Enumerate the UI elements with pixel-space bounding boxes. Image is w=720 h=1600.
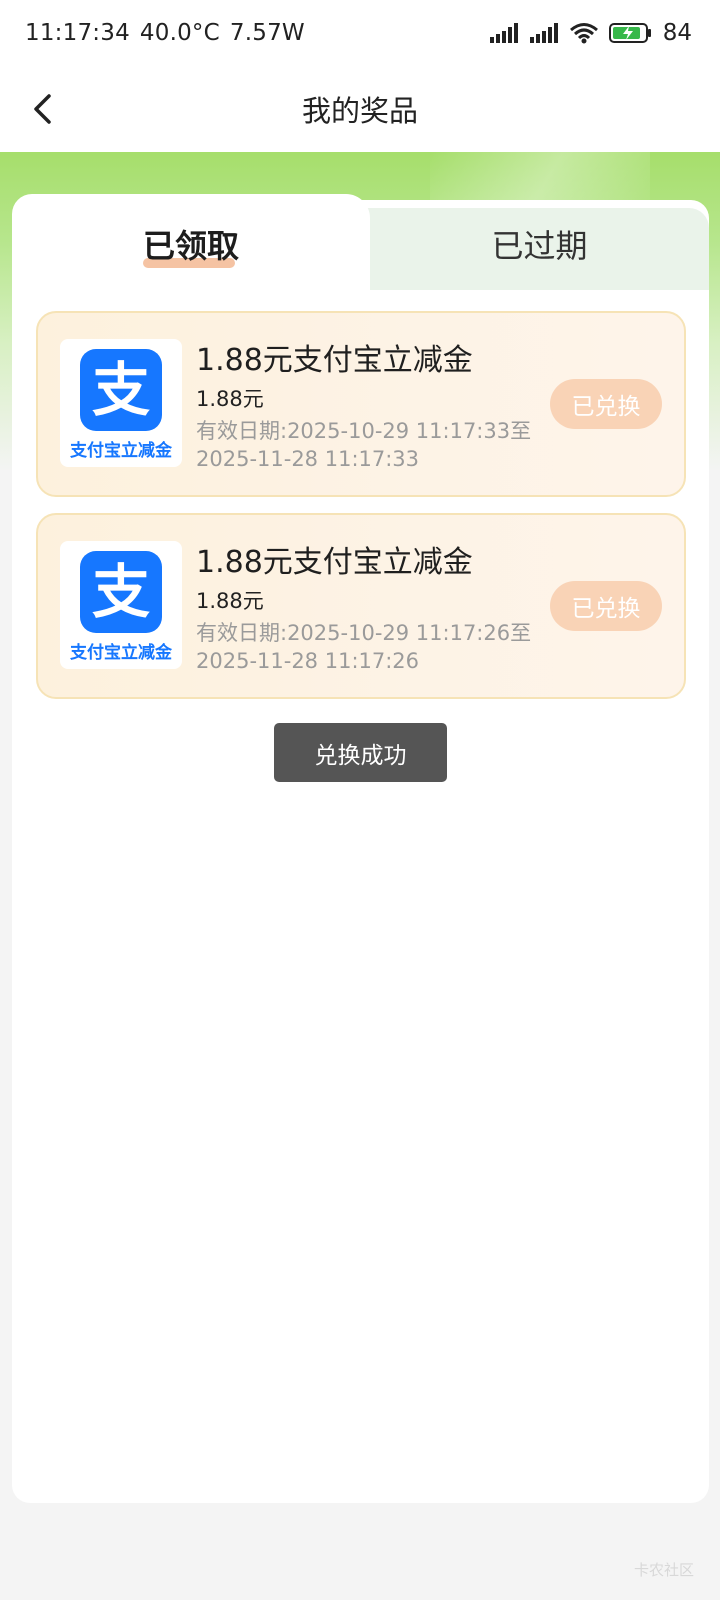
- wifi-icon: [569, 22, 599, 44]
- alipay-icon: 支: [80, 551, 162, 633]
- redeemed-button[interactable]: 已兑换: [550, 581, 662, 631]
- page-title: 我的奖品: [301, 94, 418, 128]
- tab-received-label: 已领取: [142, 227, 239, 265]
- tab-bar: 已领取 已过期: [12, 194, 709, 290]
- alipay-icon: 支: [80, 349, 162, 431]
- prize-title: 1.88元支付宝立减金: [196, 343, 473, 378]
- prize-title: 1.88元支付宝立减金: [196, 545, 473, 580]
- status-time: 11:17:34: [25, 20, 130, 46]
- signal-icon: [529, 23, 559, 43]
- status-power: 7.57W: [229, 20, 305, 46]
- redeemed-button[interactable]: 已兑换: [550, 379, 662, 429]
- tab-expired-label: 已过期: [491, 227, 588, 265]
- prize-amount: 1.88元: [196, 387, 264, 411]
- prize-card[interactable]: 支 支付宝立减金 1.88元支付宝立减金 1.88元 有效日期:2025-10-…: [36, 311, 686, 497]
- status-left: 11:17:34 40.0°C 7.57W: [25, 20, 305, 46]
- status-right: 84: [489, 20, 692, 46]
- alipay-logo: 支 支付宝立减金: [60, 339, 182, 467]
- signal-icon: [489, 23, 519, 43]
- tab-expired[interactable]: 已过期: [370, 216, 709, 272]
- logo-caption: 支付宝立减金: [70, 441, 172, 461]
- alipay-glyph: 支: [91, 558, 150, 626]
- prize-card[interactable]: 支 支付宝立减金 1.88元支付宝立减金 1.88元 有效日期:2025-10-…: [36, 513, 686, 699]
- toast-message: 兑换成功: [274, 723, 447, 782]
- logo-caption: 支付宝立减金: [70, 643, 172, 663]
- status-temperature: 40.0°C: [139, 20, 220, 46]
- nav-bar: 我的奖品: [0, 66, 720, 152]
- watermark: 卡农社区: [633, 1561, 694, 1579]
- prize-amount: 1.88元: [196, 589, 264, 613]
- prize-list: 支 支付宝立减金 1.88元支付宝立减金 1.88元 有效日期:2025-10-…: [36, 311, 686, 715]
- alipay-logo: 支 支付宝立减金: [60, 541, 182, 669]
- alipay-glyph: 支: [91, 356, 150, 424]
- battery-icon: [608, 22, 653, 44]
- tab-received[interactable]: 已领取: [12, 216, 370, 272]
- prize-validity: 有效日期:2025-10-29 11:17:33至2025-11-28 11:1…: [196, 419, 532, 471]
- battery-level: 84: [662, 20, 692, 46]
- prize-validity: 有效日期:2025-10-29 11:17:26至2025-11-28 11:1…: [196, 621, 532, 673]
- status-bar: 11:17:34 40.0°C 7.57W 84: [0, 0, 720, 66]
